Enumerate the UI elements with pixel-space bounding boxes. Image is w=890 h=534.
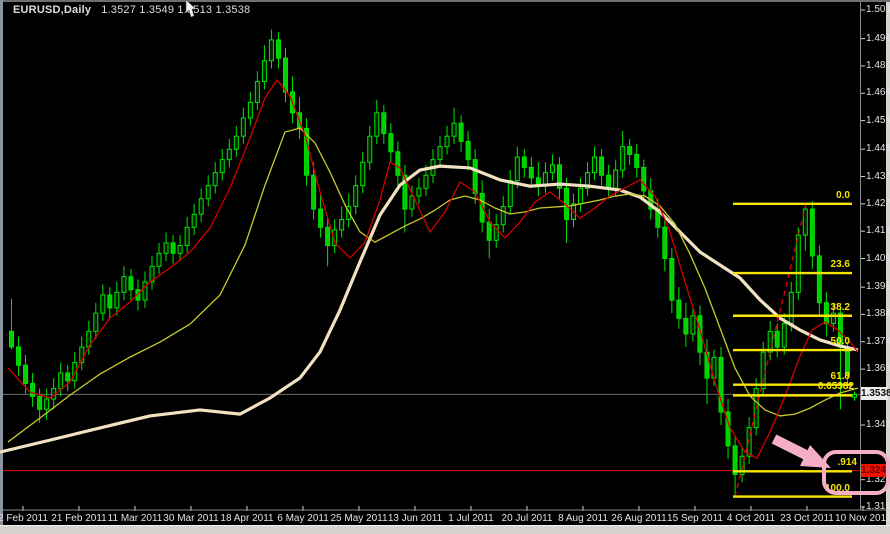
candle-body <box>788 291 794 325</box>
candle-body <box>395 151 401 176</box>
candle-body <box>437 146 443 161</box>
candle-body <box>360 161 366 187</box>
candle-body <box>339 218 345 231</box>
candle-body <box>107 294 113 309</box>
candle-body <box>444 135 450 148</box>
candle-body <box>641 166 647 192</box>
candle-body <box>507 179 513 207</box>
candle-body <box>809 208 815 257</box>
candle-body <box>774 330 780 348</box>
candle-body <box>100 294 106 314</box>
symbol-label: EURUSD,Daily 1.3527 1.3549 1.3513 1.3538 <box>13 4 250 16</box>
candle-body <box>318 208 324 228</box>
candle-body <box>760 351 766 390</box>
candle-body <box>247 101 253 119</box>
candle-body <box>592 156 598 174</box>
candle-body <box>690 315 696 335</box>
candle-body <box>521 156 527 168</box>
candle-body <box>163 242 169 254</box>
candle-body <box>114 291 120 309</box>
candle-body <box>816 255 822 304</box>
candle-body <box>191 213 197 228</box>
candle-body <box>486 221 492 241</box>
candle-body <box>851 393 857 398</box>
candle-body <box>683 317 689 335</box>
ma-fast-red-line <box>7 78 859 459</box>
candle-body <box>212 172 218 187</box>
candle-body <box>416 187 422 197</box>
candle-body <box>381 112 387 135</box>
candle-body <box>240 117 246 137</box>
candle-body <box>170 242 176 254</box>
candle-body <box>23 364 29 384</box>
candle-body <box>128 276 134 291</box>
candle-body <box>311 174 317 210</box>
candle-body <box>282 57 288 93</box>
candle-body <box>613 169 619 189</box>
candle-body <box>325 226 331 246</box>
candle-body <box>458 122 464 142</box>
ohlc-readout: 1.3527 1.3549 1.3513 1.3538 <box>101 4 251 16</box>
candle-body <box>93 312 99 332</box>
candle-body <box>606 174 612 189</box>
candle-body <box>634 153 640 168</box>
candle-body <box>121 276 127 293</box>
candle-body <box>177 244 183 254</box>
candle-body <box>226 148 232 161</box>
candle-body <box>620 146 626 171</box>
candle-body <box>275 39 281 59</box>
candle-body <box>184 226 190 246</box>
candle-body <box>233 135 239 150</box>
chart-canvas[interactable] <box>0 0 890 534</box>
bid-price-tag: 1.3538 <box>861 387 890 401</box>
candle-body <box>156 252 162 267</box>
candle-body <box>37 395 43 410</box>
candle-body <box>254 81 260 103</box>
candle-body <box>823 302 829 325</box>
symbol-name: EURUSD,Daily <box>13 4 92 16</box>
ma-slow-white-line <box>0 164 859 454</box>
candle-body <box>472 159 478 194</box>
candle-body <box>669 258 675 301</box>
candle-body <box>599 156 605 176</box>
candle-body <box>528 166 534 179</box>
candle-body <box>367 135 373 163</box>
candle-body <box>837 312 843 348</box>
candle-body <box>514 156 520 181</box>
candle-body <box>198 198 204 215</box>
candle-body <box>781 323 787 348</box>
candle-body <box>549 164 555 174</box>
candle-body <box>388 133 394 153</box>
candle-body <box>30 382 36 397</box>
candle-body <box>578 187 584 205</box>
candle-body <box>353 185 359 207</box>
candle-body <box>500 205 506 226</box>
candle-body <box>58 372 64 390</box>
candle-body <box>627 146 633 155</box>
candle-body <box>44 398 50 410</box>
candle-body <box>465 140 471 161</box>
candle-body <box>9 330 15 348</box>
candle-body <box>795 234 801 293</box>
candle-body <box>261 60 267 83</box>
candle-body <box>268 39 274 62</box>
candle-body <box>676 299 682 319</box>
candle-body <box>65 372 71 382</box>
candle-body <box>16 346 22 366</box>
chart-window: EURUSD,Daily 1.3527 1.3549 1.3513 1.3538 … <box>0 0 890 534</box>
candle-body <box>219 159 225 174</box>
candle-body <box>409 195 415 210</box>
candle-body <box>205 185 211 200</box>
candle-body <box>423 174 429 189</box>
candle-body <box>662 226 668 260</box>
highlight-annotation-box <box>822 450 890 495</box>
candle-body <box>451 122 457 137</box>
candle-body <box>374 112 380 137</box>
